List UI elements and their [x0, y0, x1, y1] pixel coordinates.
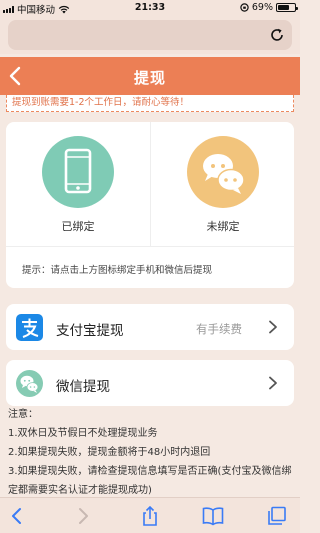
bind-wechat-button[interactable]: 未绑定: [150, 122, 294, 246]
reload-icon[interactable]: [269, 27, 285, 43]
chevron-right-icon: [269, 320, 277, 334]
divider: [6, 246, 294, 247]
bookmarks-icon[interactable]: [202, 506, 224, 526]
phone-bind-status: 已绑定: [61, 220, 95, 233]
wechat-withdraw-option[interactable]: 微信提现: [6, 360, 294, 406]
address-bar[interactable]: [8, 20, 292, 50]
page-title: 提现: [133, 69, 166, 87]
wechat-bind-icon[interactable]: [187, 136, 259, 208]
tabs-icon[interactable]: [266, 506, 288, 526]
bind-card: 已绑定 未绑定 提示：请点击上方图标绑定手机和微信后提现: [6, 122, 294, 288]
note-item: 1.双休日及节假日不处理提现业务: [8, 428, 158, 439]
app-header: 提现: [0, 57, 300, 95]
wechat-bind-status: 未绑定: [206, 220, 240, 233]
browser-forward-icon[interactable]: [72, 506, 94, 526]
share-icon[interactable]: [139, 506, 161, 526]
battery-icon: [276, 3, 298, 12]
status-bar: 中国移动 21:33 69%: [0, 0, 300, 16]
note-item: 2.如果提现失败，提现金额将于48小时内退回: [8, 447, 211, 458]
alipay-icon: [16, 314, 43, 341]
browser-address-area: [0, 16, 300, 54]
browser-back-icon[interactable]: [6, 506, 28, 526]
battery-fill: [278, 5, 290, 10]
chevron-right-icon: [269, 376, 277, 390]
notice-banner: 提现到账需要1-2个工作日，请耐心等待！: [6, 95, 294, 112]
browser-toolbar: [0, 497, 300, 533]
notes-section: 注意： 1.双休日及节假日不处理提现业务 2.如果提现失败，提现金额将于48小时…: [8, 405, 294, 500]
orientation-lock-icon: [240, 3, 249, 12]
notes-title: 注意：: [8, 409, 38, 420]
alipay-withdraw-option[interactable]: 支付宝提现 有手续费: [6, 304, 294, 350]
wechat-icon: [16, 370, 43, 397]
status-right: 69%: [240, 2, 298, 13]
alipay-withdraw-label: 支付宝提现: [56, 323, 124, 339]
alipay-fee-note: 有手续费: [196, 322, 242, 336]
bind-hint: 提示：请点击上方图标绑定手机和微信后提现: [22, 265, 213, 276]
wechat-withdraw-label: 微信提现: [56, 379, 110, 395]
battery-percent: 69%: [251, 2, 273, 13]
phone-icon[interactable]: [42, 136, 114, 208]
bind-phone-button[interactable]: 已绑定: [6, 122, 150, 246]
note-item: 3.如果提现失败，请检查提现信息填写是否正确(支付宝及微信绑定都需要实名认证才能…: [8, 466, 292, 496]
